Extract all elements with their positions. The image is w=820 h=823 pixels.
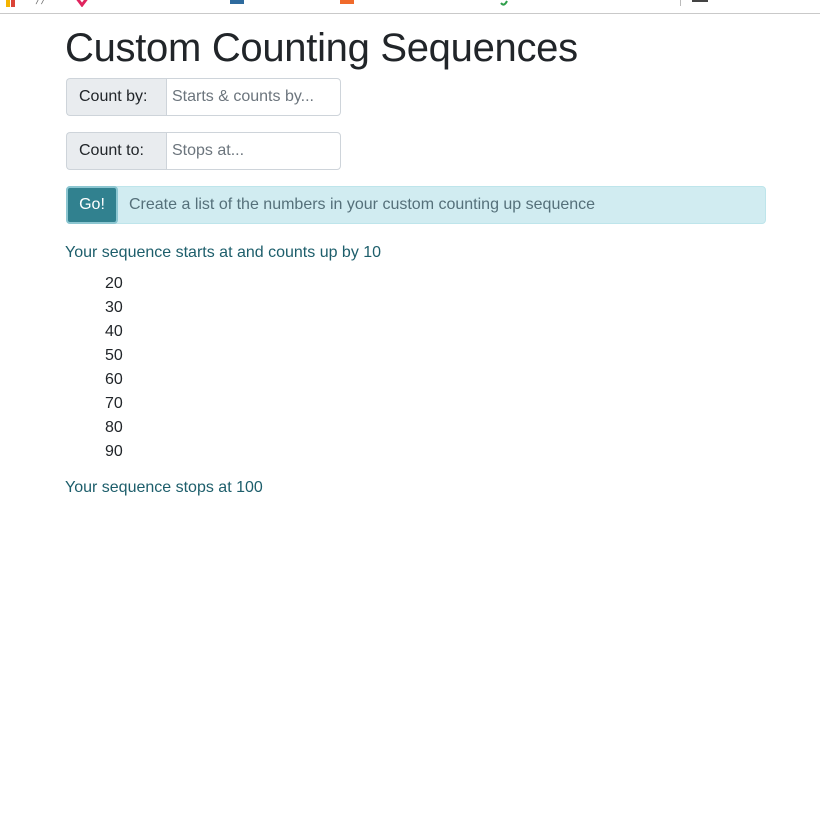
bookmark-icon[interactable]: [500, 0, 508, 6]
count-to-label: Count to:: [66, 132, 166, 170]
bookmark-icon[interactable]: [74, 0, 90, 8]
count-by-input[interactable]: [166, 78, 341, 116]
bookmark-icon[interactable]: [230, 0, 244, 4]
browser-bookmarks-bar: ╱╱: [0, 0, 820, 14]
bookmark-separator: [680, 0, 681, 6]
go-alert-bar: Go! Create a list of the numbers in your…: [66, 186, 766, 224]
page-title: Custom Counting Sequences: [65, 26, 578, 70]
bookmark-apps-icon[interactable]: [6, 0, 20, 7]
list-item: 50: [105, 347, 123, 364]
go-hint-text: Create a list of the numbers in your cus…: [129, 196, 596, 213]
sequence-list: 20 30 40 50 60 70 80 90: [105, 272, 123, 464]
go-button[interactable]: Go!: [66, 186, 118, 224]
count-to-group: Count to:: [66, 132, 341, 170]
bookmark-icon[interactable]: [340, 0, 354, 4]
sequence-stop-text: Your sequence stops at 100: [65, 479, 263, 496]
list-item: 60: [105, 371, 123, 388]
count-to-input[interactable]: [166, 132, 341, 170]
list-item: 90: [105, 443, 123, 460]
bookmark-icon[interactable]: ╱╱: [36, 0, 50, 4]
list-item: 70: [105, 395, 123, 412]
list-item: 40: [105, 323, 123, 340]
count-by-label: Count by:: [66, 78, 166, 116]
list-item: 20: [105, 275, 123, 292]
count-by-group: Count by:: [66, 78, 341, 116]
bookmark-folder-icon[interactable]: [692, 0, 708, 2]
sequence-start-text: Your sequence starts at and counts up by…: [65, 244, 382, 261]
list-item: 30: [105, 299, 123, 316]
list-item: 80: [105, 419, 123, 436]
